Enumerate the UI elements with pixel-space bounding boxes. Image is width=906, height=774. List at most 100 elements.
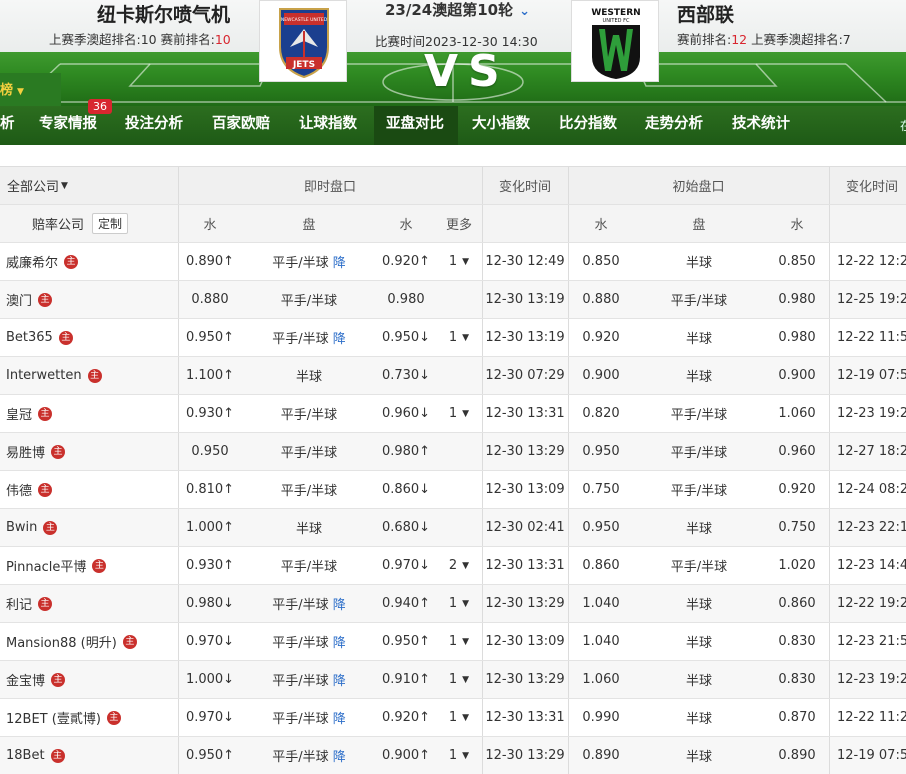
live-handicap-value: 平手/半球 [272,598,329,613]
live-water-home-value: 0.970 [185,634,224,649]
company-cell[interactable]: Bet365 主 [6,319,73,356]
company-name[interactable]: 利记 [6,594,32,613]
nav-item-handicap-index[interactable]: 让球指数 [299,106,357,145]
table-row[interactable]: Bet365 主 0.950 ↑ 平手/半球降 0.950 ↓ 1 ▼ 12-30 13:19 0.… [0,318,906,356]
initial-change-time: 12-23 19:25 [837,672,906,687]
company-name[interactable]: 易胜博 [6,442,45,461]
nav-item-over-under[interactable]: 大小指数 [472,106,530,145]
company-cell[interactable]: 皇冠主 [6,395,53,432]
company-cell[interactable]: Bwin 主 [6,509,58,546]
caret-down-icon[interactable]: ▼ [462,599,469,609]
live-change-time: 12-30 13:19 [485,330,565,345]
company-cell[interactable]: 伟德主 [6,471,53,508]
caret-down-icon[interactable]: ▼ [462,713,469,723]
nav-item-euro-odds[interactable]: 百家欧赔 [212,106,270,145]
table-row[interactable]: 皇冠主 0.930 ↑ 平手/半球 0.960 ↓ 1 ▼ 12-30 13:31 0.820 平手… [0,394,906,432]
live-water-home-value: 0.930 [185,406,224,421]
live-water-away-value: 0.940 [381,596,420,611]
company-name[interactable]: 金宝博 [6,670,45,689]
more-dropdown[interactable]: 1 ▼ [436,699,482,736]
more-dropdown[interactable]: 1 ▼ [436,585,482,622]
more-dropdown[interactable]: 1 ▼ [436,243,482,280]
table-row[interactable]: 易胜博主 0.950 平手/半球 0.980 ↑ 12-30 13:29 0.950 平手/半… [0,432,906,470]
table-row[interactable]: 18Bet 主 0.950 ↑ 平手/半球降 0.900 ↑ 1 ▼ 12-30 13:29 0.8… [0,736,906,774]
table-row[interactable]: Bwin 主 1.000 ↑ 半球 0.680 ↓ 12-30 02:41 0.950 半球 0.7… [0,508,906,546]
table-row[interactable]: Mansion88 (明升) 主 0.970 ↓ 平手/半球降 0.950 ↑ 1 ▼ 12-30… [0,622,906,660]
home-marker-icon: 主 [38,292,53,307]
initial-water-away: 0.900 [778,368,816,383]
company-cell[interactable]: 威廉希尔主 [6,243,79,280]
caret-down-icon[interactable]: ▼ [462,637,469,647]
all-companies-filter[interactable]: 全部公司 ▼ [7,167,68,204]
company-name[interactable]: 12BET (壹貳博) [6,708,101,727]
home-marker-icon: 主 [106,710,121,725]
home-marker-icon: 主 [43,520,58,535]
nav-item-trend-analysis[interactable]: 走势分析 [645,106,703,145]
table-row[interactable]: Interwetten 主 1.100 ↑ 半球 0.730 ↓ 12-30 07:29 0.9… [0,356,906,394]
caret-down-icon[interactable]: ▼ [462,333,469,343]
caret-down-icon[interactable]: ▼ [462,409,469,419]
table-header-groups: 全部公司 ▼ 即时盘口 变化时间 初始盘口 变化时间 [0,166,906,204]
company-name[interactable]: 威廉希尔 [6,252,58,271]
arrow-down-icon: ↓ [223,634,235,649]
ranking-tab[interactable]: 榜 ▼ [0,73,61,106]
company-name[interactable]: Bwin [6,520,37,535]
company-cell[interactable]: 易胜博主 [6,433,66,470]
company-cell[interactable]: Mansion88 (明升) 主 [6,623,137,660]
table-row[interactable]: Pinnacle平博主 0.930 ↑ 平手/半球 0.970 ↓ 2 ▼ 12-30 13:3… [0,546,906,584]
company-cell[interactable]: 利记主 [6,585,53,622]
company-name[interactable]: Mansion88 (明升) [6,632,117,651]
caret-down-icon[interactable]: ▼ [462,257,469,267]
table-row[interactable]: 12BET (壹貳博) 主 0.970 ↓ 平手/半球降 0.920 ↑ 1 ▼ 12-30 13… [0,698,906,736]
more-count: 1 [448,596,458,611]
initial-water-away: 0.830 [778,634,816,649]
company-cell[interactable]: 澳门主 [6,281,53,318]
home-team-name[interactable]: 纽卡斯尔喷气机 [97,0,230,27]
nav-item-tech-stats[interactable]: 技术统计 [732,106,790,145]
home-team-logo[interactable]: NEWCASTLE UNITED JETS [259,0,347,82]
company-name[interactable]: 伟德 [6,480,32,499]
customize-button[interactable]: 定制 [92,213,129,234]
live-water-home-value: 0.950 [185,748,224,763]
company-cell[interactable]: Pinnacle平博主 [6,547,107,584]
company-name[interactable]: Bet365 [6,330,53,345]
live-water-home-value: 0.890 [185,254,224,269]
more-dropdown[interactable]: 2 ▼ [436,547,482,584]
nav-item-analysis[interactable]: 析 [0,106,16,145]
expert-intel-count-badge: 36 [88,99,112,114]
company-cell[interactable]: 18Bet 主 [6,737,65,774]
table-row[interactable]: 金宝博主 1.000 ↓ 平手/半球降 0.910 ↑ 1 ▼ 12-30 13:29 1.060… [0,660,906,698]
match-round[interactable]: 23/24澳超第10轮 ⌄ [385,0,530,20]
company-name[interactable]: 18Bet [6,748,45,763]
arrow-up-icon: ↑ [223,330,235,345]
more-dropdown[interactable]: 1 ▼ [436,661,482,698]
live-handicap: 平手/半球降 [242,737,376,774]
more-dropdown[interactable]: 1 ▼ [436,623,482,660]
initial-water-home: 0.880 [582,292,620,307]
caret-down-icon[interactable]: ▼ [462,675,469,685]
more-dropdown[interactable]: 1 ▼ [436,395,482,432]
nav-item-asian-handicap[interactable]: 亚盘对比 [374,106,458,145]
chevron-down-icon[interactable]: ⌄ [519,4,530,19]
caret-down-icon[interactable]: ▼ [462,561,469,571]
more-dropdown[interactable]: 1 ▼ [436,737,482,774]
company-name[interactable]: 皇冠 [6,404,32,423]
company-cell[interactable]: Interwetten 主 [6,357,102,394]
company-name[interactable]: Pinnacle平博 [6,556,86,575]
company-cell[interactable]: 12BET (壹貳博) 主 [6,699,121,736]
table-row[interactable]: 利记主 0.980 ↓ 平手/半球降 0.940 ↑ 1 ▼ 12-30 13:29 1.040 半… [0,584,906,622]
more-dropdown[interactable]: 1 ▼ [436,319,482,356]
table-row[interactable]: 威廉希尔主 0.890 ↑ 平手/半球降 0.920 ↑ 1 ▼ 12-30 12:49 0.85… [0,242,906,280]
company-name[interactable]: 澳门 [6,290,32,309]
nav-item-betting-analysis[interactable]: 投注分析 [125,106,183,145]
away-team-logo[interactable]: WESTERN UNITED FC [571,0,659,82]
live-water-home-value: 0.970 [185,710,224,725]
table-row[interactable]: 澳门主 0.880 平手/半球 0.980 12-30 13:19 0.880 平手/半球 0… [0,280,906,318]
nav-item-score-index[interactable]: 比分指数 [559,106,617,145]
company-name[interactable]: Interwetten [6,368,82,383]
live-water-away-value: 0.970 [381,558,420,573]
table-row[interactable]: 伟德主 0.810 ↑ 平手/半球 0.860 ↓ 12-30 13:09 0.750 平手/半… [0,470,906,508]
caret-down-icon[interactable]: ▼ [462,751,469,761]
away-team-name[interactable]: 西部联 [677,0,734,27]
company-cell[interactable]: 金宝博主 [6,661,66,698]
